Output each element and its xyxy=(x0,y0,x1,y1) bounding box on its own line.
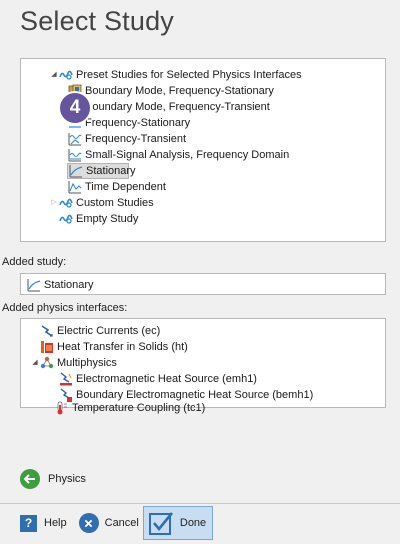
button-bar: ? Help Cancel Done xyxy=(20,506,214,540)
tree-label: Time Dependent xyxy=(85,181,166,193)
tree-item-boundary-mode-transient[interactable]: Boundary Mode, Frequency-Transient xyxy=(68,99,270,115)
frequency-transient-icon xyxy=(68,132,82,146)
help-button[interactable]: ? Help xyxy=(20,506,67,540)
tree-label: Temperature Coupling (tc1) xyxy=(72,402,206,414)
physics-node-multiphysics[interactable]: ◢ Multiphysics xyxy=(30,355,117,371)
done-button[interactable]: Done xyxy=(142,506,214,540)
tree-label: Boundary Mode, Frequency-Transient xyxy=(85,101,270,113)
expand-arrow-icon[interactable]: ◢ xyxy=(30,355,40,371)
study-tree[interactable]: ◢ Preset Studies for Selected Physics In… xyxy=(20,58,386,242)
tree-label: Heat Transfer in Solids (ht) xyxy=(57,341,188,353)
done-label: Done xyxy=(179,517,207,529)
em-heat-source-icon xyxy=(59,372,73,386)
tree-label: Electric Currents (ec) xyxy=(57,325,161,337)
temperature-coupling-icon xyxy=(55,401,69,415)
stationary-icon xyxy=(27,278,41,292)
tree-label-empty: Empty Study xyxy=(76,213,139,225)
tree-label: Frequency-Transient xyxy=(85,133,187,145)
tree-label: Multiphysics xyxy=(57,357,117,369)
help-icon: ? xyxy=(20,514,37,532)
empty-study-icon xyxy=(59,212,73,226)
cancel-icon xyxy=(78,513,99,533)
tree-item-stationary[interactable]: Stationary xyxy=(67,163,136,179)
cancel-button[interactable]: Cancel xyxy=(78,506,139,540)
physics-nav-label: Physics xyxy=(48,473,86,485)
tree-label: Small-Signal Analysis, Frequency Domain xyxy=(85,149,290,161)
tree-label: Electromagnetic Heat Source (emh1) xyxy=(76,373,257,385)
tree-label-custom: Custom Studies xyxy=(76,197,154,209)
physics-item-temperature-coupling[interactable]: Temperature Coupling (tc1) xyxy=(55,400,205,416)
added-physics-label: Added physics interfaces: xyxy=(2,302,128,314)
preset-studies-icon xyxy=(59,68,73,82)
step-number-badge: 4 xyxy=(60,93,90,123)
added-study-value: Stationary xyxy=(44,279,94,291)
tree-item-frequency-transient[interactable]: Frequency-Transient xyxy=(68,131,186,147)
added-study-list[interactable]: Stationary xyxy=(20,273,386,295)
select-study-window: Select Study ◢ Preset Studies for Select… xyxy=(0,0,400,544)
cancel-label: Cancel xyxy=(104,517,139,529)
added-physics-list[interactable]: Electric Currents (ec) Heat Transfer in … xyxy=(20,318,386,408)
added-study-item[interactable]: Stationary xyxy=(27,277,94,293)
physics-back-button[interactable]: Physics xyxy=(20,469,86,489)
heat-transfer-icon xyxy=(40,340,54,354)
expand-arrow-icon[interactable]: ◢ xyxy=(49,67,59,83)
page-title: Select Study xyxy=(20,6,174,36)
tree-node-preset-studies[interactable]: ◢ Preset Studies for Selected Physics In… xyxy=(49,67,302,83)
added-study-label: Added study: xyxy=(2,256,67,268)
tree-label: Boundary Mode, Frequency-Stationary xyxy=(85,85,274,97)
tree-label: Frequency-Stationary xyxy=(85,117,191,129)
tree-label: Stationary xyxy=(86,165,136,177)
physics-item-heat-transfer[interactable]: Heat Transfer in Solids (ht) xyxy=(40,339,188,355)
tree-item-time-dependent[interactable]: Time Dependent xyxy=(68,179,166,195)
multiphysics-icon xyxy=(40,356,54,370)
tree-item-boundary-mode-stationary[interactable]: Boundary Mode, Frequency-Stationary xyxy=(68,83,274,99)
help-label: Help xyxy=(44,517,67,529)
physics-item-em-heat-source[interactable]: Electromagnetic Heat Source (emh1) xyxy=(59,371,257,387)
electric-currents-icon xyxy=(40,324,54,338)
checkmark-icon xyxy=(148,510,174,536)
physics-item-electric-currents[interactable]: Electric Currents (ec) xyxy=(40,323,160,339)
tree-item-small-signal[interactable]: Small-Signal Analysis, Frequency Domain xyxy=(68,147,289,163)
tree-item-empty-study[interactable]: Empty Study xyxy=(59,211,138,227)
back-arrow-icon xyxy=(20,469,40,489)
tree-label-preset: Preset Studies for Selected Physics Inte… xyxy=(76,69,302,81)
time-dependent-icon xyxy=(68,180,82,194)
small-signal-icon xyxy=(68,148,82,162)
stationary-icon xyxy=(69,164,83,178)
custom-studies-icon xyxy=(59,196,73,210)
tree-node-custom-studies[interactable]: ▷ Custom Studies xyxy=(49,195,154,211)
collapsed-arrow-icon[interactable]: ▷ xyxy=(49,195,59,211)
separator xyxy=(0,503,400,504)
